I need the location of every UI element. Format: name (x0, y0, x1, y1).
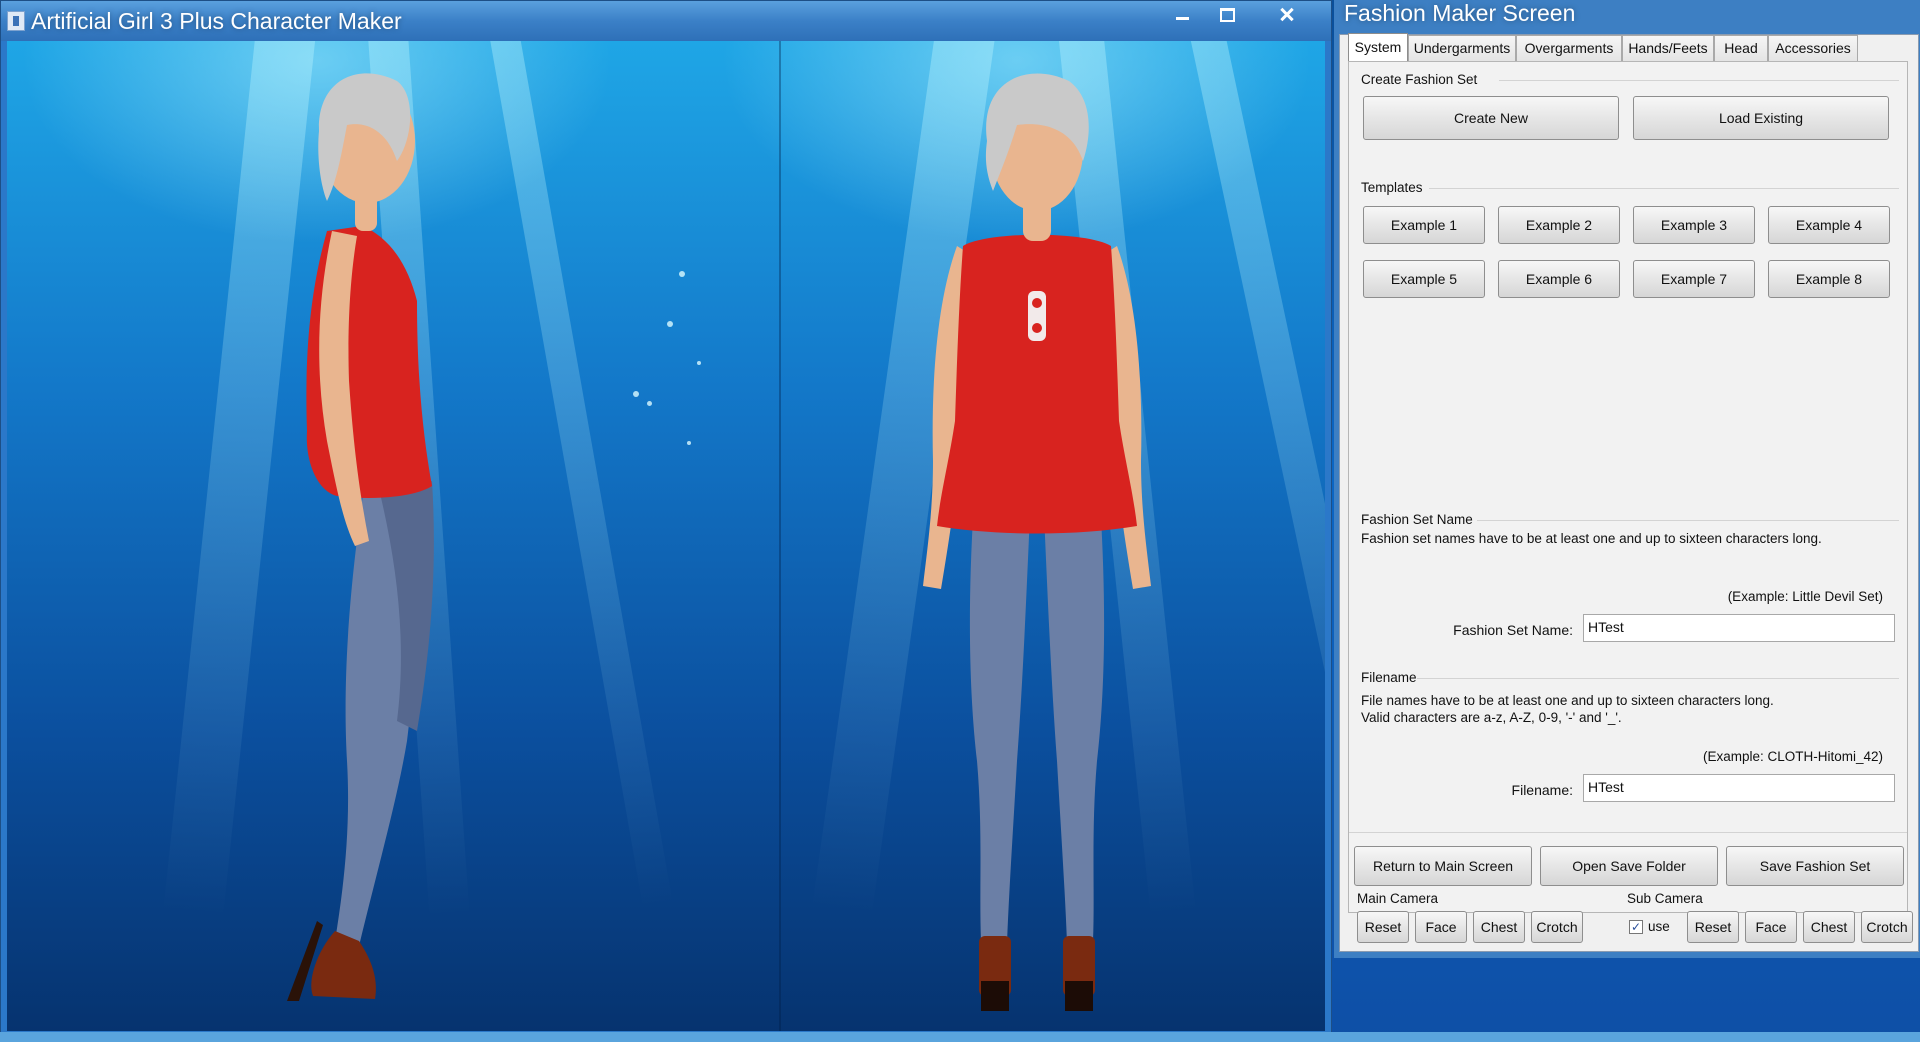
fashion-set-name-example: (Example: Little Devil Set) (1727, 589, 1883, 604)
group-divider (1477, 520, 1899, 521)
fashion-set-name-input[interactable]: HTest (1583, 614, 1895, 642)
tab-overgarments[interactable]: Overgarments (1516, 35, 1622, 61)
filename-description-line1: File names have to be at least one and u… (1361, 693, 1774, 708)
view-divider (779, 41, 781, 1031)
group-divider (1429, 188, 1899, 189)
main-camera-reset-button[interactable]: Reset (1357, 911, 1409, 943)
app-icon (7, 11, 25, 31)
tab-system[interactable]: System (1348, 33, 1408, 62)
tab-head[interactable]: Head (1714, 35, 1768, 61)
main-window-title: Artificial Girl 3 Plus Character Maker (31, 8, 402, 34)
group-divider (1417, 678, 1899, 679)
light-ray (1187, 41, 1325, 905)
main-title-bar[interactable]: Artificial Girl 3 Plus Character Maker (1, 1, 1331, 41)
sub-camera-crotch-button[interactable]: Crotch (1861, 911, 1913, 943)
system-tab-content: Create Fashion Set Create New Load Exist… (1348, 61, 1908, 913)
desktop-taskbar-edge (0, 1032, 1920, 1042)
fashion-set-name-description: Fashion set names have to be at least on… (1361, 531, 1822, 546)
template-example-3-button[interactable]: Example 3 (1633, 206, 1755, 244)
character-maker-window: Artificial Girl 3 Plus Character Maker (0, 0, 1332, 1038)
fashion-set-name-group-label: Fashion Set Name (1361, 512, 1473, 527)
open-save-folder-button[interactable]: Open Save Folder (1540, 846, 1718, 886)
bubble (687, 441, 691, 445)
sub-camera-chest-button[interactable]: Chest (1803, 911, 1855, 943)
character-front-view (923, 73, 1151, 1011)
bubble (697, 361, 701, 365)
fashion-set-name-label: Fashion Set Name: (1453, 622, 1573, 638)
create-new-button[interactable]: Create New (1363, 96, 1619, 140)
template-example-8-button[interactable]: Example 8 (1768, 260, 1890, 298)
filename-label: Filename: (1511, 782, 1573, 798)
fashion-maker-window: Fashion Maker Screen System Undergarment… (1334, 0, 1920, 958)
sub-camera-use-label: use (1648, 919, 1670, 934)
filename-group-label: Filename (1361, 670, 1417, 685)
create-group-label: Create Fashion Set (1361, 72, 1478, 87)
tab-accessories[interactable]: Accessories (1768, 35, 1858, 61)
bubble (633, 391, 639, 397)
bubble (679, 271, 685, 277)
filename-example: (Example: CLOTH-Hitomi_42) (1702, 749, 1883, 764)
sub-camera-face-button[interactable]: Face (1745, 911, 1797, 943)
save-fashion-set-button[interactable]: Save Fashion Set (1726, 846, 1904, 886)
main-camera-crotch-button[interactable]: Crotch (1531, 911, 1583, 943)
bubble (647, 401, 652, 406)
filename-input[interactable]: HTest (1583, 774, 1895, 802)
template-example-4-button[interactable]: Example 4 (1768, 206, 1890, 244)
panel-body: System Undergarments Overgarments Hands/… (1339, 33, 1919, 952)
main-camera-label: Main Camera (1357, 891, 1439, 906)
load-existing-button[interactable]: Load Existing (1633, 96, 1889, 140)
sub-camera-reset-button[interactable]: Reset (1687, 911, 1739, 943)
main-camera-chest-button[interactable]: Chest (1473, 911, 1525, 943)
minimize-icon[interactable] (1160, 1, 1204, 27)
return-to-main-screen-button[interactable]: Return to Main Screen (1354, 846, 1532, 886)
maximize-icon[interactable] (1204, 1, 1248, 27)
tab-undergarments[interactable]: Undergarments (1408, 35, 1516, 61)
template-example-2-button[interactable]: Example 2 (1498, 206, 1620, 244)
main-camera-face-button[interactable]: Face (1415, 911, 1467, 943)
sub-camera-label: Sub Camera (1627, 891, 1703, 906)
template-example-7-button[interactable]: Example 7 (1633, 260, 1755, 298)
template-example-5-button[interactable]: Example 5 (1363, 260, 1485, 298)
template-example-6-button[interactable]: Example 6 (1498, 260, 1620, 298)
filename-description-line2: Valid characters are a-z, A-Z, 0-9, '-' … (1361, 710, 1622, 725)
bubble (667, 321, 673, 327)
3d-viewport[interactable] (7, 41, 1325, 1031)
close-icon[interactable] (1263, 1, 1309, 27)
template-example-1-button[interactable]: Example 1 (1363, 206, 1485, 244)
panel-title: Fashion Maker Screen (1344, 0, 1576, 26)
group-divider (1499, 80, 1899, 81)
templates-group-label: Templates (1361, 180, 1423, 195)
character-side-view (287, 73, 434, 1001)
sub-camera-use-checkbox[interactable]: ✓ (1629, 920, 1643, 934)
group-divider (1349, 832, 1907, 833)
tab-hands-feets[interactable]: Hands/Feets (1622, 35, 1714, 61)
